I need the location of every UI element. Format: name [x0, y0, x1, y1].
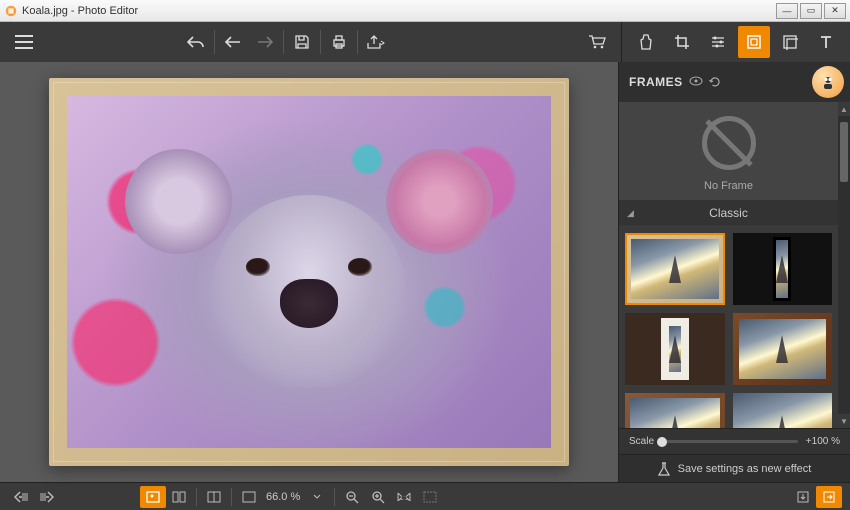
back-arrow-icon[interactable]: [217, 26, 249, 58]
no-frame-label: No Frame: [704, 180, 753, 192]
forward-arrow-icon[interactable]: [249, 26, 281, 58]
undo-icon[interactable]: [180, 26, 212, 58]
scroll-up-icon[interactable]: ▲: [838, 102, 850, 116]
actual-size-icon[interactable]: 1:1: [391, 486, 417, 508]
zoom-out-icon[interactable]: [339, 486, 365, 508]
view-single-icon[interactable]: [140, 486, 166, 508]
main-toolbar: [0, 22, 621, 62]
eye-icon[interactable]: [689, 76, 703, 88]
mascot-avatar: [812, 66, 844, 98]
window-title: Koala.jpg - Photo Editor: [22, 5, 776, 17]
category-label: Classic: [709, 206, 748, 220]
frame-thumb-wood-dark[interactable]: [733, 313, 833, 385]
tab-textures-icon[interactable]: [774, 26, 806, 58]
window-minimize-button[interactable]: —: [776, 3, 798, 19]
zoom-value: 66.0 %: [262, 491, 304, 503]
scroll-down-icon[interactable]: ▼: [838, 414, 850, 428]
hamburger-menu-icon[interactable]: [8, 26, 40, 58]
share-icon[interactable]: [360, 26, 392, 58]
frame-thumbnail-grid: [619, 225, 838, 428]
save-icon[interactable]: [286, 26, 318, 58]
frames-panel: FRAMES No Frame ◢ Classic: [618, 62, 850, 482]
scrollbar-thumb[interactable]: [840, 122, 848, 182]
frame-thumb-ornate[interactable]: [625, 393, 725, 428]
edited-image: [67, 96, 551, 448]
navigator-icon[interactable]: [417, 486, 443, 508]
frame-category-header[interactable]: ◢ Classic: [619, 201, 838, 225]
frame-thumb-thin[interactable]: [733, 393, 833, 428]
scale-label: Scale: [629, 436, 654, 447]
frame-thumb-wood-light[interactable]: [625, 233, 725, 305]
applied-frame-preview: [49, 78, 569, 466]
flask-icon: [658, 462, 670, 476]
tab-crop-icon[interactable]: [666, 26, 698, 58]
scale-slider[interactable]: [662, 440, 798, 443]
panel-scrollbar[interactable]: ▲ ▼: [838, 102, 850, 428]
save-as-effect-button[interactable]: Save settings as new effect: [619, 454, 850, 482]
save-effect-label: Save settings as new effect: [678, 463, 812, 475]
tab-frames-icon[interactable]: [738, 26, 770, 58]
cart-icon[interactable]: [581, 26, 613, 58]
svg-text:1:1: 1:1: [400, 496, 409, 502]
tab-text-icon[interactable]: [810, 26, 842, 58]
window-maximize-button[interactable]: ▭: [800, 3, 822, 19]
scale-slider-row: Scale +100 %: [619, 428, 850, 454]
export-icon[interactable]: [816, 486, 842, 508]
zoom-in-icon[interactable]: [365, 486, 391, 508]
compare-icon[interactable]: [201, 486, 227, 508]
canvas-viewport[interactable]: [0, 62, 618, 482]
prev-image-icon[interactable]: [8, 486, 34, 508]
tab-adjust-icon[interactable]: [702, 26, 734, 58]
collapse-arrow-icon: ◢: [627, 208, 634, 219]
no-frame-icon: [702, 116, 756, 170]
frame-thumb-black[interactable]: [733, 233, 833, 305]
reset-icon[interactable]: [709, 76, 721, 88]
window-titlebar: Koala.jpg - Photo Editor — ▭ ✕: [0, 0, 850, 22]
bottom-toolbar: 66.0 % 1:1: [0, 482, 850, 510]
panel-title: FRAMES: [629, 75, 683, 89]
no-frame-option[interactable]: No Frame: [619, 102, 838, 201]
scale-value: +100 %: [806, 436, 840, 447]
view-split-icon[interactable]: [166, 486, 192, 508]
tab-effects-icon[interactable]: [630, 26, 662, 58]
print-icon[interactable]: [323, 26, 355, 58]
next-image-icon[interactable]: [34, 486, 60, 508]
window-close-button[interactable]: ✕: [824, 3, 846, 19]
right-tab-strip: [621, 22, 850, 62]
slider-handle[interactable]: [657, 437, 667, 447]
frame-thumb-matte[interactable]: [625, 313, 725, 385]
app-icon: [4, 4, 18, 18]
zoom-dropdown-icon[interactable]: [304, 486, 330, 508]
fit-screen-icon[interactable]: [236, 486, 262, 508]
import-icon[interactable]: [790, 486, 816, 508]
panel-header: FRAMES: [619, 62, 850, 102]
